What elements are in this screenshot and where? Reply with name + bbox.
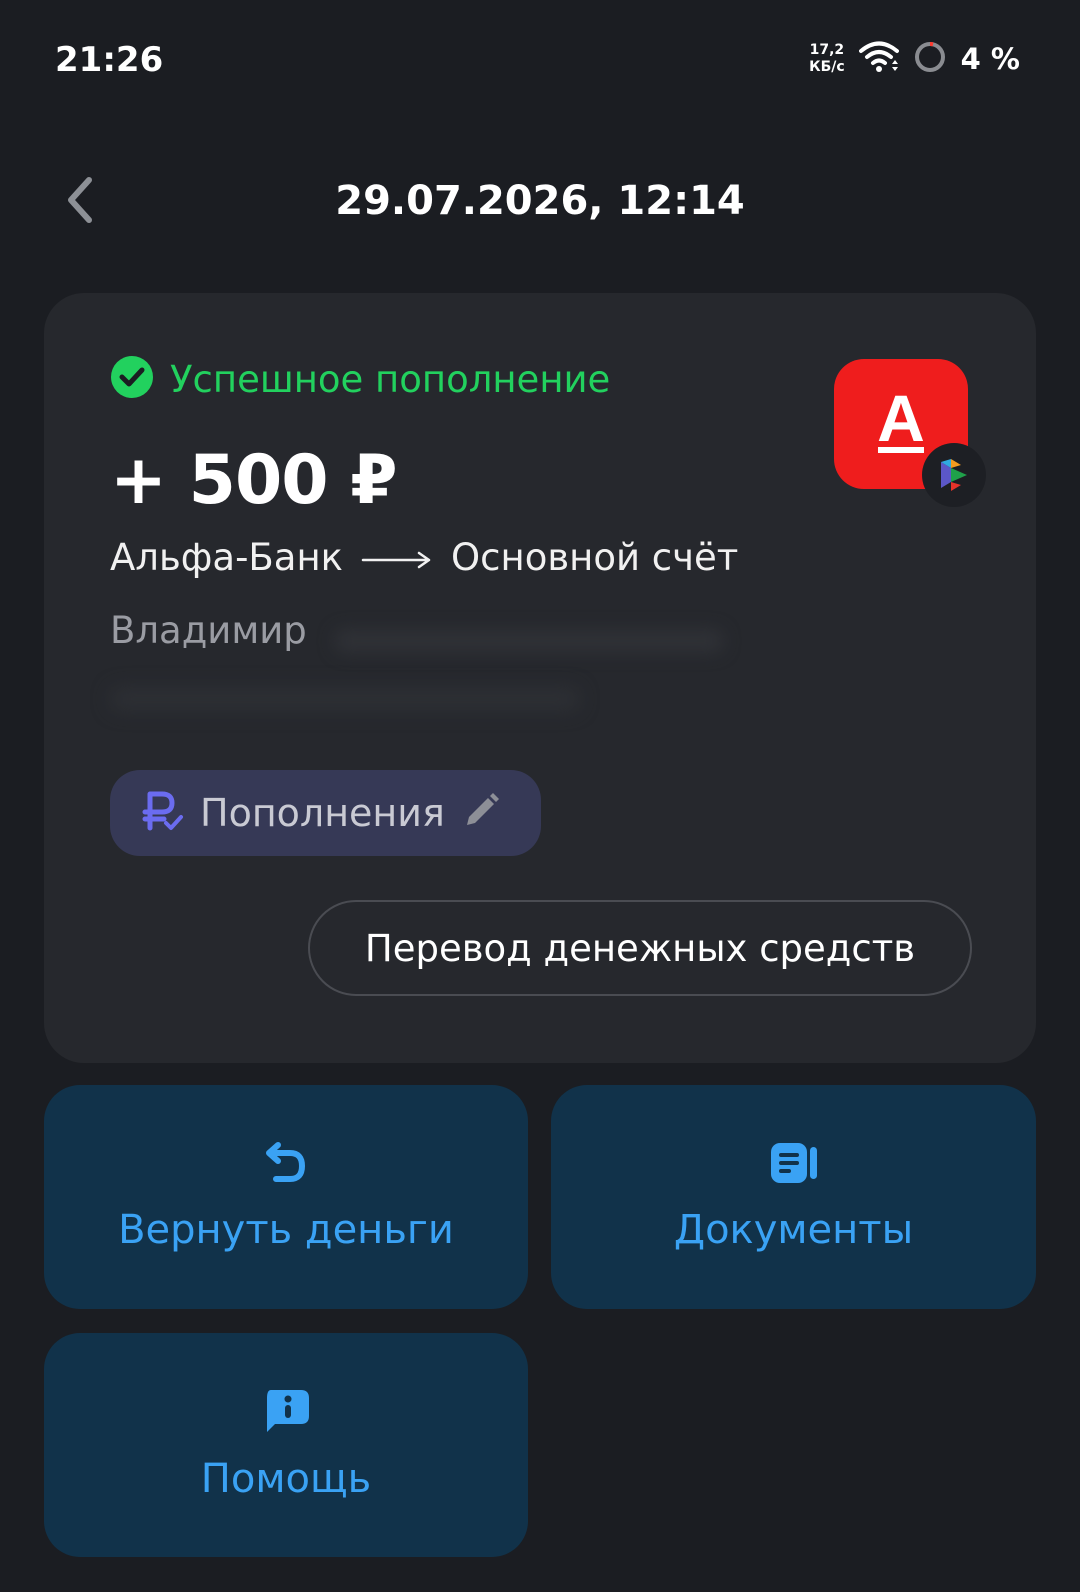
help-label: Помощь <box>200 1456 372 1502</box>
battery-icon <box>913 40 947 78</box>
operation-route: Альфа-Банк Основной счёт <box>110 536 738 579</box>
bank-logo-letter: А <box>877 381 925 455</box>
pencil-icon[interactable] <box>461 791 501 835</box>
ruble-check-icon <box>138 788 184 838</box>
sbp-icon <box>922 443 986 507</box>
network-speed-value: 17,2 <box>809 42 845 58</box>
documents-button[interactable]: Документы <box>551 1085 1036 1309</box>
redacted-sender-details <box>110 687 580 711</box>
help-icon <box>261 1388 311 1438</box>
help-button[interactable]: Помощь <box>44 1333 528 1557</box>
category-label: Пополнения <box>200 791 445 835</box>
operation-type-button[interactable]: Перевод денежных средств <box>308 900 972 996</box>
battery-percent: 4 % <box>960 42 1020 76</box>
network-speed: 17,2 КБ/с <box>809 42 845 76</box>
page-title: 29.07.2026, 12:14 <box>335 178 745 224</box>
operation-card: Успешное пополнение + 500 ₽ Альфа-Банк О… <box>44 293 1036 1063</box>
documents-label: Документы <box>673 1207 914 1253</box>
refund-icon <box>264 1141 308 1189</box>
category-chip[interactable]: Пополнения <box>110 770 541 856</box>
wifi-icon <box>858 40 899 78</box>
refund-label: Вернуть деньги <box>118 1207 454 1253</box>
success-check-icon <box>110 355 154 403</box>
status-time: 21:26 <box>55 40 164 80</box>
operation-status: Успешное пополнение <box>110 355 610 403</box>
sender-name: Владимир <box>110 609 307 652</box>
operation-amount: + 500 ₽ <box>110 441 398 520</box>
refund-button[interactable]: Вернуть деньги <box>44 1085 528 1309</box>
route-to: Основной счёт <box>451 536 739 579</box>
arrow-right-icon <box>361 536 433 579</box>
status-bar: 21:26 17,2 КБ/с 4 % <box>0 0 1080 120</box>
redacted-sender-surname <box>334 629 724 653</box>
documents-icon <box>769 1141 819 1189</box>
status-indicators: 17,2 КБ/с 4 % <box>809 40 1020 78</box>
top-app-bar: 29.07.2026, 12:14 <box>0 160 1080 240</box>
network-speed-unit: КБ/с <box>809 59 845 75</box>
route-from: Альфа-Банк <box>110 536 344 579</box>
operation-status-text: Успешное пополнение <box>170 357 611 401</box>
bank-logo-underline <box>878 447 924 453</box>
